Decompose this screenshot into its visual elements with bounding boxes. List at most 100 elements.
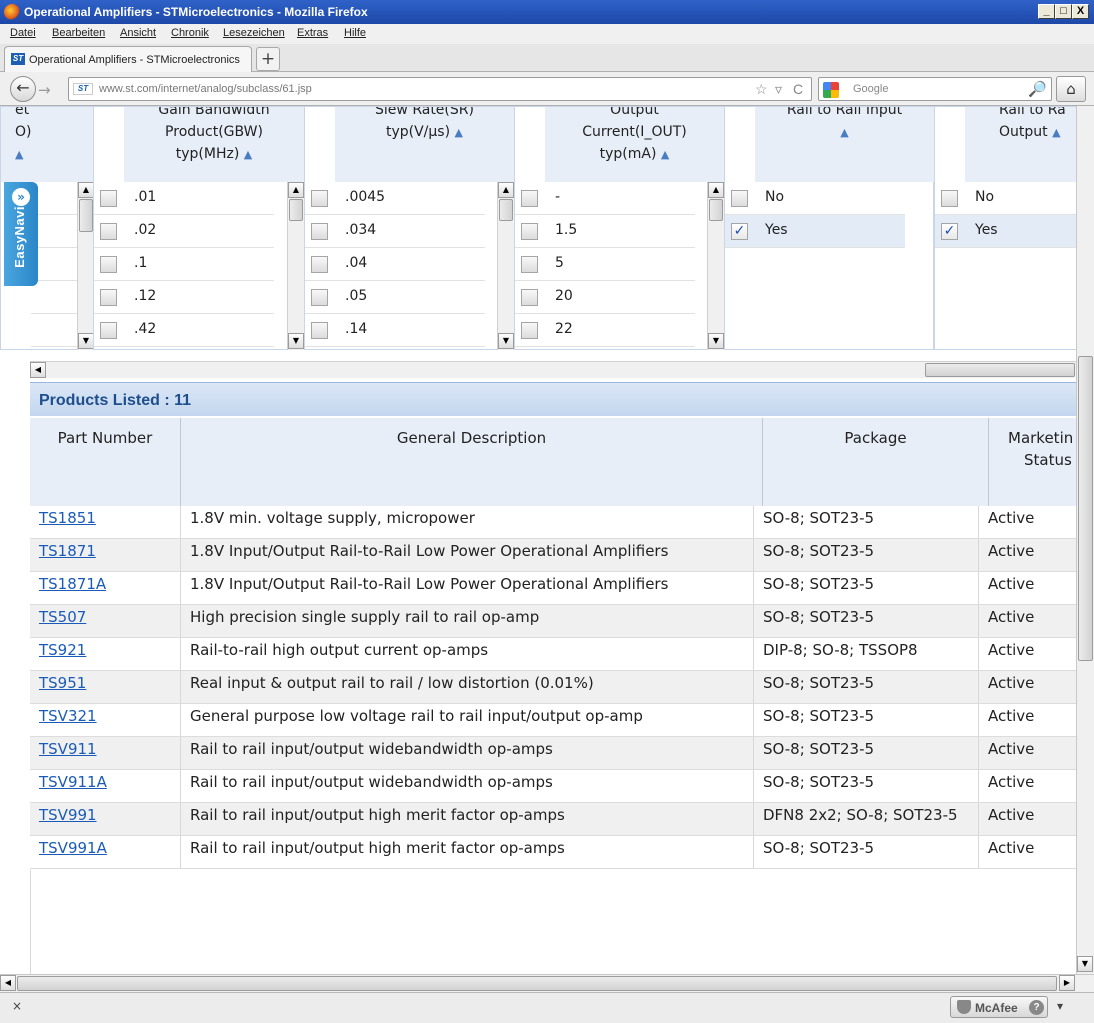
filter-row-gbw[interactable]: .02 xyxy=(94,215,274,248)
checkbox[interactable] xyxy=(521,322,538,339)
checkbox[interactable] xyxy=(521,223,538,240)
header-general-description[interactable]: General Description xyxy=(181,418,763,506)
scroll-right-icon[interactable]: ▶ xyxy=(1059,975,1075,991)
header-part-number[interactable]: Part Number xyxy=(30,418,181,506)
checkbox[interactable] xyxy=(100,322,117,339)
menu-bearbeiten[interactable]: Bearbeiten xyxy=(52,27,105,39)
checkbox[interactable] xyxy=(100,289,117,306)
sort-arrow-icon[interactable]: ▲ xyxy=(244,148,252,161)
part-link[interactable]: TSV991 xyxy=(39,806,97,824)
search-box[interactable]: Google 🔎 xyxy=(818,77,1052,101)
header-package[interactable]: Package xyxy=(763,418,989,506)
filter-row-slew-rate[interactable]: .034 xyxy=(305,215,485,248)
close-button[interactable]: X xyxy=(1072,4,1089,19)
scroll-down-icon[interactable]: ▼ xyxy=(1077,956,1093,972)
menu-ansicht[interactable]: Ansicht xyxy=(120,27,156,39)
part-link[interactable]: TS507 xyxy=(39,608,86,626)
page-horizontal-scrollbar[interactable]: ◀ ▶ xyxy=(0,974,1094,992)
maximize-button[interactable]: □ xyxy=(1055,4,1072,19)
filter-row-gbw[interactable]: .12 xyxy=(94,281,274,314)
checkbox-checked[interactable]: ✓ xyxy=(731,223,748,240)
checkbox[interactable] xyxy=(100,190,117,207)
filter-row-output-current[interactable]: 20 xyxy=(515,281,695,314)
filter-scrollbar[interactable]: ▲ ▼ xyxy=(497,182,514,350)
menu-lesezeichen[interactable]: Lesezeichen xyxy=(223,27,285,39)
minimize-button[interactable]: _ xyxy=(1038,4,1055,19)
scroll-down-icon[interactable]: ▼ xyxy=(498,333,514,349)
menu-datei[interactable]: Datei xyxy=(10,27,36,39)
sort-arrow-icon[interactable]: ▲ xyxy=(455,126,463,139)
forward-button[interactable]: → xyxy=(38,81,51,99)
checkbox[interactable] xyxy=(521,190,538,207)
part-link[interactable]: TSV911 xyxy=(39,740,97,758)
checkbox[interactable] xyxy=(311,223,328,240)
part-link[interactable]: TS951 xyxy=(39,674,86,692)
scroll-down-icon[interactable]: ▼ xyxy=(708,333,724,349)
part-link[interactable]: TS1851 xyxy=(39,509,96,527)
filter-row-output-current[interactable]: 1.5 xyxy=(515,215,695,248)
part-link[interactable]: TS1871A xyxy=(39,575,106,593)
bookmark-star-icon[interactable]: ☆ xyxy=(755,81,768,98)
filter-row[interactable] xyxy=(31,314,77,347)
menu-chronik[interactable]: Chronik xyxy=(171,27,209,39)
easynavi-tab[interactable]: » EasyNavi xyxy=(4,182,38,286)
filter-row-output-current[interactable]: 22 xyxy=(515,314,695,347)
google-icon[interactable] xyxy=(823,82,839,98)
url-bar[interactable]: ST www.st.com/internet/analog/subclass/6… xyxy=(68,77,812,101)
help-icon[interactable]: ? xyxy=(1029,1000,1044,1015)
sort-arrow-icon[interactable]: ▲ xyxy=(840,126,848,139)
scroll-left-icon[interactable]: ◀ xyxy=(0,975,16,991)
scroll-thumb[interactable] xyxy=(289,199,303,221)
filter-row-output-current[interactable]: - xyxy=(515,182,695,215)
filter-row-slew-rate[interactable]: .04 xyxy=(305,248,485,281)
scroll-up-icon[interactable]: ▲ xyxy=(498,182,514,198)
new-tab-button[interactable]: + xyxy=(256,47,280,71)
menu-hilfe[interactable]: Hilfe xyxy=(344,27,366,39)
filter-row-rail-output-no[interactable]: No xyxy=(935,182,1077,215)
home-button[interactable]: ⌂ xyxy=(1056,76,1086,102)
checkbox[interactable] xyxy=(100,256,117,273)
scroll-down-icon[interactable]: ▼ xyxy=(288,333,304,349)
search-input[interactable]: Google xyxy=(853,83,888,95)
filter-row-rail-output-yes[interactable]: ✓ Yes xyxy=(935,215,1077,248)
search-icon[interactable]: 🔎 xyxy=(1028,80,1047,98)
checkbox-checked[interactable]: ✓ xyxy=(941,223,958,240)
checkbox[interactable] xyxy=(941,190,958,207)
back-button[interactable]: ← xyxy=(10,76,36,102)
filter-row-rail-input-yes[interactable]: ✓ Yes xyxy=(725,215,905,248)
scroll-up-icon[interactable]: ▲ xyxy=(288,182,304,198)
filter-scrollbar[interactable]: ▲ ▼ xyxy=(707,182,724,350)
filter-scrollbar[interactable]: ▲ ▼ xyxy=(77,182,94,350)
filter-row-output-current[interactable]: 5 xyxy=(515,248,695,281)
part-link[interactable]: TSV991A xyxy=(39,839,107,857)
mcafee-menu-icon[interactable]: ▾ xyxy=(1057,999,1063,1013)
part-link[interactable]: TS921 xyxy=(39,641,86,659)
sort-arrow-icon[interactable]: ▲ xyxy=(661,148,669,161)
filter-row-gbw[interactable]: .01 xyxy=(94,182,274,215)
tab-operational-amplifiers[interactable]: ST Operational Amplifiers - STMicroelect… xyxy=(4,46,252,72)
checkbox[interactable] xyxy=(311,256,328,273)
filter-row-slew-rate[interactable]: .05 xyxy=(305,281,485,314)
scroll-thumb[interactable] xyxy=(709,199,723,221)
scroll-up-icon[interactable]: ▲ xyxy=(708,182,724,198)
checkbox[interactable] xyxy=(311,190,328,207)
filter-row-slew-rate[interactable]: .14 xyxy=(305,314,485,347)
filter-row[interactable] xyxy=(31,281,77,314)
filter-horizontal-scrollbar[interactable]: ◀ xyxy=(30,361,1076,378)
menu-extras[interactable]: Extras xyxy=(297,27,328,39)
scroll-thumb[interactable] xyxy=(925,363,1075,377)
scroll-down-icon[interactable]: ▼ xyxy=(78,333,94,349)
filter-row-gbw[interactable]: .1 xyxy=(94,248,274,281)
url-text[interactable]: www.st.com/internet/analog/subclass/61.j… xyxy=(99,83,312,95)
checkbox[interactable] xyxy=(521,289,538,306)
scroll-left-icon[interactable]: ◀ xyxy=(30,362,46,378)
url-dropdown-icon[interactable]: ▿ xyxy=(775,81,782,98)
checkbox[interactable] xyxy=(100,223,117,240)
page-vertical-scrollbar[interactable]: ▼ xyxy=(1076,106,1094,974)
filter-row-rail-input-no[interactable]: No xyxy=(725,182,905,215)
sort-arrow-icon[interactable]: ▲ xyxy=(15,148,23,161)
part-link[interactable]: TSV911A xyxy=(39,773,107,791)
header-marketing-status[interactable]: Marketin Status xyxy=(989,418,1076,506)
filter-row-slew-rate[interactable]: .0045 xyxy=(305,182,485,215)
reload-icon[interactable]: C xyxy=(793,81,803,97)
